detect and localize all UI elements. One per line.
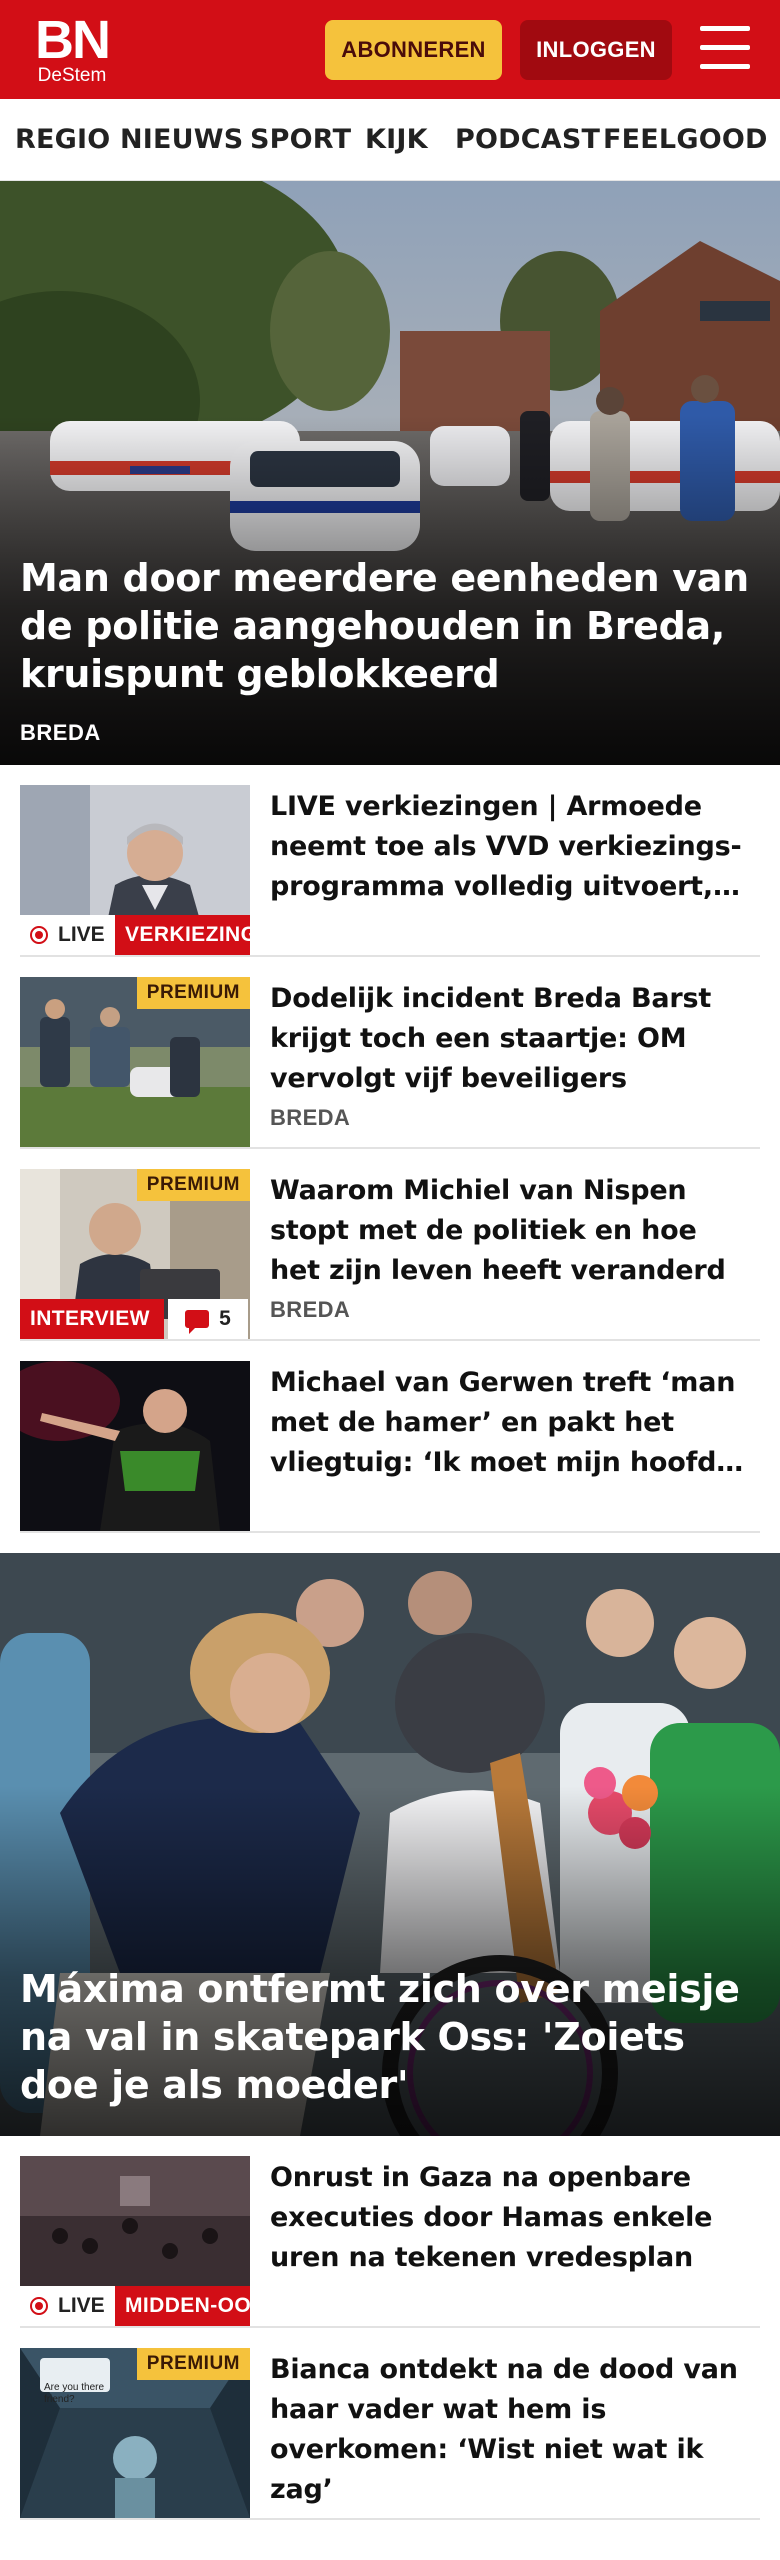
article-title[interactable]: Waarom Michiel van Nispen stopt met de p… <box>270 1171 750 1291</box>
logo-text: BN <box>35 10 111 70</box>
live-dot-icon <box>30 2297 48 2315</box>
article-thumbnail: LIVE MIDDEN-OOSTEN <box>20 2156 250 2326</box>
hero-title[interactable]: Máxima ontfermt zich over meisje na val … <box>20 1965 760 2109</box>
comment-bubble-icon <box>185 1310 210 1334</box>
article-location-tag: BREDA <box>270 1105 351 1130</box>
login-button[interactable]: INLOGGEN <box>520 20 672 80</box>
live-dot-icon <box>30 926 48 944</box>
list-item-van-gerwen[interactable]: Michael van Gerwen treft ‘man met de ham… <box>20 1341 760 1533</box>
list-item-live-verkiezingen[interactable]: LIVE VERKIEZINGEN LIVE verkiezingen | Ar… <box>20 765 760 957</box>
logo-subtext: DeStem <box>37 65 107 86</box>
article-title[interactable]: LIVE verkiezingen | Armoede neemt toe al… <box>270 787 750 907</box>
article-title[interactable]: Onrust in Gaza na openbare executies doo… <box>270 2158 750 2278</box>
hero-article-police-breda[interactable]: Man door meerdere eenheden van de politi… <box>0 181 780 765</box>
live-label: LIVE <box>58 923 105 946</box>
nav-item-regio[interactable]: REGIO <box>15 99 110 180</box>
category-badge: INTERVIEW <box>20 1299 164 1339</box>
list-item-gaza[interactable]: LIVE MIDDEN-OOSTEN Onrust in Gaza na ope… <box>20 2136 760 2328</box>
nav-item-feelgood[interactable]: FEELGOOD <box>603 99 768 180</box>
bn-destem-logo[interactable]: BN DeStem <box>30 10 114 86</box>
thumbnail-image-darts <box>20 1361 250 1531</box>
premium-badge: PREMIUM <box>136 1169 250 1201</box>
article-title[interactable]: Dodelijk incident Breda Barst krijgt toc… <box>270 979 750 1099</box>
article-location-tag: BREDA <box>270 1297 351 1322</box>
nav-item-podcast[interactable]: PODCAST <box>455 99 600 180</box>
live-badge: LIVE <box>20 2286 115 2326</box>
site-header: BN DeStem ABONNEREN INLOGGEN <box>0 0 780 99</box>
article-title[interactable]: Bianca ontdekt na de dood van haar vader… <box>270 2350 750 2510</box>
article-title[interactable]: Michael van Gerwen treft ‘man met de ham… <box>270 1363 750 1483</box>
list-item-breda-barst[interactable]: PREMIUM Dodelijk incident Breda Barst kr… <box>20 957 760 1149</box>
nav-item-sport[interactable]: SPORT <box>250 99 351 180</box>
premium-badge: PREMIUM <box>136 2348 250 2380</box>
article-thumbnail: Are you there friend? PREMIUM <box>20 2348 250 2518</box>
hero-location-tag: BREDA <box>20 720 101 745</box>
article-thumbnail: PREMIUM INTERVIEW 5 <box>20 1169 250 1339</box>
hero-title[interactable]: Man door meerdere eenheden van de politi… <box>20 554 760 698</box>
article-thumbnail: PREMIUM <box>20 977 250 1147</box>
comment-count: 5 <box>219 1307 231 1330</box>
list-item-bianca[interactable]: Are you there friend? PREMIUM Bianca ont… <box>20 2328 760 2520</box>
list-item-van-nispen[interactable]: PREMIUM INTERVIEW 5 Waarom Michiel van N… <box>20 1149 760 1341</box>
category-badge: MIDDEN-OOSTEN <box>115 2286 250 2326</box>
image-caption-text: Are you there friend? <box>44 2382 105 2405</box>
section-nav: REGIO NIEUWS SPORT KIJK PODCAST FEELGOOD <box>0 99 780 181</box>
hamburger-icon[interactable] <box>700 26 750 70</box>
subscribe-button[interactable]: ABONNEREN <box>325 20 502 80</box>
article-thumbnail: LIVE VERKIEZINGEN <box>20 785 250 955</box>
comment-count-badge[interactable]: 5 <box>168 1299 248 1339</box>
hero-article-maxima[interactable]: Máxima ontfermt zich over meisje na val … <box>0 1553 780 2136</box>
category-badge: VERKIEZINGEN <box>115 915 250 955</box>
article-thumbnail <box>20 1361 250 1531</box>
live-badge: LIVE <box>20 915 115 955</box>
live-label: LIVE <box>58 2294 105 2317</box>
nav-item-nieuws[interactable]: NIEUWS <box>120 99 243 180</box>
nav-item-kijk[interactable]: KIJK <box>365 99 428 180</box>
premium-badge: PREMIUM <box>136 977 250 1009</box>
